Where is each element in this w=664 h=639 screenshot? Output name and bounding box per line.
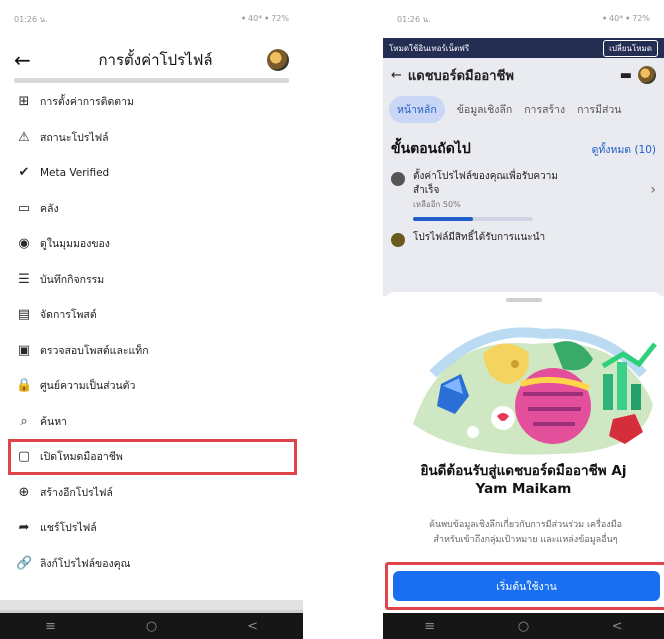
- verified-icon: ✔: [18, 165, 30, 181]
- welcome-heading: ยินดีต้อนรับสู่แดชบอร์ดมืออาชีพ Aj Yam Ma…: [420, 463, 627, 497]
- avatar[interactable]: [638, 66, 656, 84]
- divider: [14, 78, 289, 83]
- switch-mode-button[interactable]: เปลี่ยนโหมด: [603, 39, 658, 57]
- status-time: 01:26 น.: [397, 14, 431, 24]
- home-icon[interactable]: ○: [518, 619, 529, 634]
- step-text: ตั้งค่าโปรไฟล์ของคุณเพื่อรับความ สำเร็จ: [413, 171, 558, 196]
- settings-menu-item[interactable]: ➦ แชร์โปรไฟล์: [0, 510, 303, 546]
- see-all-link[interactable]: ดูทั้งหมด (10): [592, 141, 656, 158]
- settings-menu-item[interactable]: 🔒 ศูนย์ความเป็นส่วนตัว: [0, 368, 303, 404]
- recent-apps-icon[interactable]: ≡: [424, 619, 435, 634]
- review-posts-icon: ▣: [17, 342, 31, 358]
- settings-menu-label: ค้นหา: [40, 415, 68, 428]
- settings-menu-item[interactable]: ▤ จัดการโพสต์: [0, 297, 303, 333]
- settings-menu-label: ศูนย์ความเป็นส่วนตัว: [40, 380, 136, 393]
- settings-menu-label: ดูในมุมมองของ: [40, 238, 110, 251]
- warning-icon: ⚠: [18, 129, 30, 145]
- back-icon[interactable]: <: [612, 619, 623, 634]
- manage-posts-icon: ▤: [17, 307, 31, 323]
- step-subtext: เหลืออีก 50%: [413, 200, 461, 209]
- status-bar: 01:26 น. ꔷ 40* ꔷ 72%: [383, 0, 664, 38]
- share-icon: ➦: [18, 520, 30, 536]
- activity-log-icon: ☰: [18, 271, 30, 287]
- next-step-item[interactable]: ตั้งค่าโปรไฟล์ของคุณเพื่อรับความ สำเร็จ เ…: [383, 160, 664, 221]
- dashboard-tab[interactable]: ข้อมูลเชิงลึก: [457, 101, 512, 118]
- highlight-box: เริ่มต้นใช้งาน: [385, 562, 664, 610]
- progress-bar: [413, 217, 533, 221]
- settings-menu-label: จัดการโพสต์: [40, 309, 97, 322]
- search-icon: ⌕: [20, 413, 28, 429]
- dashboard-header: ← แดชบอร์ดมืออาชีพ ▬: [383, 58, 664, 92]
- next-step-item[interactable]: โปรไฟล์มีสิทธิ์ได้รับการแนะนำ: [383, 221, 664, 247]
- back-icon[interactable]: <: [247, 619, 258, 634]
- profile-settings-screen: 01:26 น. ꔷ 40* ꔷ 72% ← การตั้งค่าโปรไฟล์…: [0, 0, 303, 639]
- archive-icon: ▭: [17, 200, 31, 216]
- sheet-handle[interactable]: [505, 298, 542, 302]
- page-title: แดชบอร์ดมืออาชีพ: [407, 68, 514, 84]
- professional-mode-icon: ▢: [17, 449, 31, 465]
- settings-menu-item[interactable]: ▣ ตรวจสอบโพสต์และแท็ก: [0, 333, 303, 369]
- profile-icon: [391, 172, 405, 186]
- settings-menu-item[interactable]: ✔ Meta Verified: [0, 155, 303, 191]
- settings-menu-item[interactable]: ⊞ การตั้งค่าการติดตาม: [0, 84, 303, 120]
- status-indicators: ꔷ 40* ꔷ 72%: [241, 14, 289, 23]
- back-arrow-icon[interactable]: ←: [14, 48, 44, 72]
- settings-menu-item[interactable]: ⚠ สถานะโปรไฟล์: [0, 120, 303, 156]
- avatar[interactable]: [267, 49, 289, 71]
- status-time: 01:26 น.: [14, 14, 48, 24]
- settings-menu-label: คลัง: [40, 202, 59, 215]
- professional-dashboard-screen: 01:26 น. ꔷ 40* ꔷ 72% โหมดใช้อินเทอร์เน็ต…: [383, 0, 664, 639]
- status-indicators: ꔷ 40* ꔷ 72%: [602, 14, 650, 23]
- link-icon: 🔗: [16, 555, 33, 571]
- get-started-button[interactable]: เริ่มต้นใช้งาน: [393, 571, 660, 601]
- dashboard-tabs: หน้าหลัก ข้อมูลเชิงลึก การสร้าง การมีส่วน: [383, 92, 664, 126]
- lock-icon: 🔒: [16, 378, 33, 394]
- home-icon[interactable]: ○: [146, 619, 157, 634]
- settings-menu-label: สถานะโปรไฟล์: [40, 131, 109, 144]
- settings-menu-item[interactable]: ▢ เปิดโหมดมืออาชีพ: [8, 439, 297, 475]
- recommend-icon: [391, 233, 405, 247]
- settings-menu-label: Meta Verified: [40, 166, 110, 179]
- settings-menu-item[interactable]: ⌕ ค้นหา: [0, 404, 303, 440]
- status-bar: 01:26 น. ꔷ 40* ꔷ 72%: [0, 0, 303, 38]
- settings-menu-item[interactable]: ▭ คลัง: [0, 191, 303, 227]
- follow-settings-icon: ⊞: [18, 94, 30, 110]
- settings-menu-label: สร้างอีกโปรไฟล์: [40, 486, 113, 499]
- dashboard-tab[interactable]: การสร้าง: [524, 101, 565, 118]
- recent-apps-icon[interactable]: ≡: [45, 619, 56, 634]
- system-nav-bar: ≡ ○ <: [0, 613, 303, 639]
- system-nav-bar: ≡ ○ <: [383, 613, 664, 639]
- settings-menu-item[interactable]: ☰ บันทึกกิจกรรม: [0, 262, 303, 298]
- settings-menu-label: บันทึกกิจกรรม: [40, 273, 105, 286]
- settings-menu-item[interactable]: 🔗 ลิงก์โปรไฟล์ของคุณ: [0, 546, 303, 582]
- free-mode-bar: โหมดใช้อินเทอร์เน็ตฟรี เปลี่ยนโหมด: [383, 38, 664, 58]
- welcome-bottom-sheet: ยินดีต้อนรับสู่แดชบอร์ดมืออาชีพ Aj Yam Ma…: [383, 292, 664, 613]
- settings-menu-label: การตั้งค่าการติดตาม: [40, 96, 134, 109]
- briefcase-icon[interactable]: ▬: [620, 68, 632, 83]
- next-steps-title: ขั้นตอนถัดไป: [391, 141, 471, 157]
- progress-fill: [413, 217, 473, 221]
- dashboard-tab[interactable]: หน้าหลัก: [389, 95, 445, 123]
- settings-menu-label: ลิงก์โปรไฟล์ของคุณ: [40, 557, 131, 570]
- free-mode-label: โหมดใช้อินเทอร์เน็ตฟรี: [389, 43, 470, 53]
- settings-menu-label: ตรวจสอบโพสต์และแท็ก: [40, 344, 149, 357]
- dashboard-tab[interactable]: การมีส่วน: [577, 101, 621, 118]
- eye-icon: ◉: [18, 236, 30, 252]
- settings-menu-item[interactable]: ◉ ดูในมุมมองของ: [0, 226, 303, 262]
- next-steps-section: ขั้นตอนถัดไป ดูทั้งหมด (10) ตั้งค่าโปรไฟ…: [383, 126, 664, 296]
- step-text: โปรไฟล์มีสิทธิ์ได้รับการแนะนำ: [413, 232, 546, 243]
- settings-header: ← การตั้งค่าโปรไฟล์: [0, 38, 303, 82]
- page-title: การตั้งค่าโปรไฟล์: [98, 51, 213, 69]
- back-arrow-icon[interactable]: ←: [391, 68, 402, 83]
- chevron-right-icon: ›: [650, 182, 656, 198]
- plus-circle-icon: ⊕: [18, 484, 30, 500]
- settings-menu-label: เปิดโหมดมืออาชีพ: [40, 451, 123, 464]
- settings-menu-item[interactable]: ⊕ สร้างอีกโปรไฟล์: [0, 475, 303, 511]
- welcome-description: ค้นพบข้อมูลเชิงลึกเกี่ยวกับการมีส่วนร่วม…: [428, 520, 623, 545]
- settings-menu: ⊞ การตั้งค่าการติดตาม ⚠ สถานะโปรไฟล์ ✔ Meta V…: [0, 84, 303, 581]
- settings-menu-label: แชร์โปรไฟล์: [40, 522, 97, 535]
- welcome-illustration: [413, 327, 657, 455]
